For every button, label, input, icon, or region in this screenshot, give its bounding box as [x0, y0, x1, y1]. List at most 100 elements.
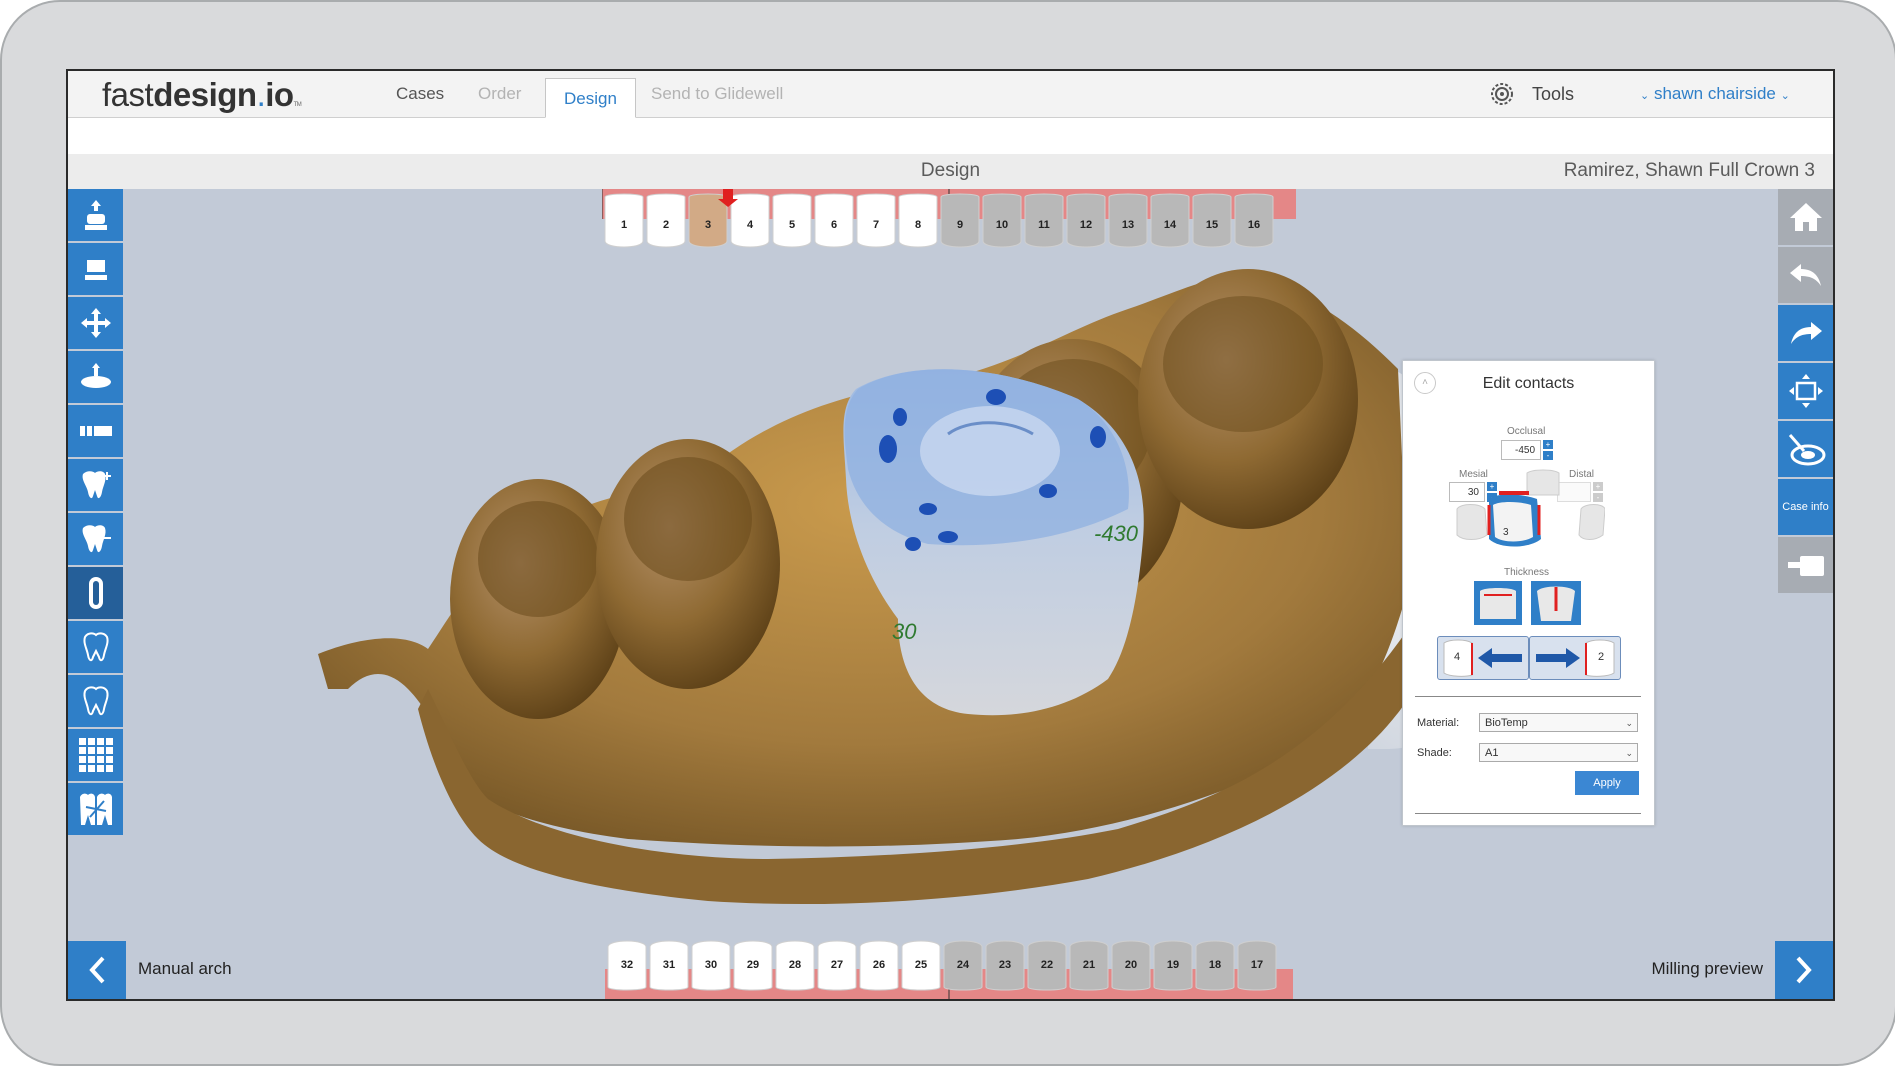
tooth-number-28[interactable]: 28 — [781, 959, 809, 971]
chevron-right-icon — [1796, 956, 1812, 984]
apply-button[interactable]: Apply — [1575, 771, 1639, 795]
home-view-button[interactable] — [1778, 189, 1833, 245]
toggle-tool-button[interactable] — [68, 567, 123, 619]
move-icon — [80, 308, 111, 338]
case-name: Ramirez, Shawn Full Crown 3 — [1563, 160, 1815, 181]
tooth-number-1[interactable]: 1 — [610, 219, 638, 231]
user-name: shawn chairside — [1653, 84, 1776, 103]
tooth-number-9[interactable]: 9 — [946, 219, 974, 231]
tooth-number-23[interactable]: 23 — [991, 959, 1019, 971]
user-menu[interactable]: ⌄ shawn chairside ⌄ — [1640, 81, 1790, 109]
tooth-number-30[interactable]: 30 — [697, 959, 725, 971]
top-nav-bar: fastdesign.ioTM Cases Order Design Send … — [68, 71, 1833, 118]
remove-tooth-button[interactable] — [68, 513, 123, 565]
shade-value: A1 — [1485, 747, 1499, 759]
tab-send-to-glidewell[interactable]: Send to Glidewell — [651, 71, 783, 117]
bar-tool-button[interactable] — [68, 405, 123, 457]
panel-divider — [1415, 813, 1641, 814]
grid-icon — [78, 738, 113, 772]
lower-arch-selector[interactable]: 32 31 30 29 28 27 26 25 24 23 22 21 20 19 18 17 — [605, 929, 1293, 999]
screenshot-button[interactable] — [1778, 537, 1833, 593]
tooth-number-13[interactable]: 13 — [1114, 219, 1142, 231]
tooth-number-22[interactable]: 22 — [1033, 959, 1061, 971]
tooth-number-7[interactable]: 7 — [862, 219, 890, 231]
toggle-icon — [88, 577, 103, 609]
tooth-number-11[interactable]: 11 — [1030, 219, 1058, 231]
extrude-tool-button[interactable] — [68, 189, 123, 241]
mesial-contact-label: 30 — [892, 619, 917, 644]
material-label: Material: — [1417, 717, 1460, 729]
tooth-number-21[interactable]: 21 — [1075, 959, 1103, 971]
move-tool-button[interactable] — [68, 297, 123, 349]
tooth-number-10[interactable]: 10 — [988, 219, 1016, 231]
tooth-number-29[interactable]: 29 — [739, 959, 767, 971]
insertion-tool-button[interactable] — [68, 351, 123, 403]
tooth-number-8[interactable]: 8 — [904, 219, 932, 231]
occlusal-stepper[interactable]: + - — [1543, 440, 1553, 460]
shade-select[interactable]: A1 ⌄ — [1479, 743, 1638, 762]
case-info-button[interactable]: Case info — [1778, 479, 1833, 535]
occlusal-input[interactable]: -450 — [1501, 440, 1541, 460]
arrow-left-icon — [1443, 639, 1522, 677]
fit-view-icon — [1788, 374, 1823, 408]
prev-step-label[interactable]: Manual arch — [138, 959, 232, 979]
tooth-outline-icon — [82, 632, 109, 662]
tooth-number: 3 — [1503, 527, 1509, 538]
chevron-down-icon: ⌄ — [1780, 90, 1790, 102]
tooth-number-26[interactable]: 26 — [865, 959, 893, 971]
tooth-number-12[interactable]: 12 — [1072, 219, 1100, 231]
redo-button[interactable] — [1778, 305, 1833, 361]
next-step-label[interactable]: Milling preview — [1652, 959, 1763, 979]
tooth-number-4[interactable]: 4 — [736, 219, 764, 231]
insertion-view-button[interactable] — [1778, 421, 1833, 477]
grid-tool-button[interactable] — [68, 729, 123, 781]
3d-viewport[interactable]: 30 -430 1 2 3 4 5 6 7 8 9 10 11 12 13 14 15 16 32 31 30 29… — [68, 189, 1833, 999]
material-select[interactable]: BioTemp ⌄ — [1479, 713, 1638, 732]
tooth-number-32[interactable]: 32 — [613, 959, 641, 971]
margin-tool-button[interactable] — [68, 243, 123, 295]
tooth-number-31[interactable]: 31 — [655, 959, 683, 971]
panel-title: Edit contacts — [1482, 375, 1575, 392]
cut-tool-button[interactable] — [68, 783, 123, 835]
tab-order[interactable]: Order — [478, 71, 521, 117]
tooth-number-3[interactable]: 3 — [694, 219, 722, 231]
tooth-number-18[interactable]: 18 — [1201, 959, 1229, 971]
next-tooth-button[interactable]: 2 — [1529, 636, 1621, 680]
insertion-axis-icon — [80, 363, 111, 388]
fit-view-button[interactable] — [1778, 363, 1833, 419]
tooth-number-27[interactable]: 27 — [823, 959, 851, 971]
tooth-number-15[interactable]: 15 — [1198, 219, 1226, 231]
tooth-number-5[interactable]: 5 — [778, 219, 806, 231]
tooth-number-19[interactable]: 19 — [1159, 959, 1187, 971]
remove-tooth-icon — [82, 525, 111, 553]
tooth-number-14[interactable]: 14 — [1156, 219, 1184, 231]
thickness-inner-button[interactable] — [1474, 581, 1522, 625]
prev-step-button[interactable] — [68, 941, 126, 999]
tooth-number-25[interactable]: 25 — [907, 959, 935, 971]
tooth-number-24[interactable]: 24 — [949, 959, 977, 971]
prev-tooth-number: 4 — [1454, 651, 1461, 663]
bar-icon — [79, 426, 112, 436]
upper-arch-selector[interactable]: 1 2 3 4 5 6 7 8 9 10 11 12 13 14 15 16 — [602, 189, 1296, 257]
tab-design[interactable]: Design — [545, 78, 636, 118]
tooth-number-6[interactable]: 6 — [820, 219, 848, 231]
tooth-number-2[interactable]: 2 — [652, 219, 680, 231]
contact-diagram — [1456, 469, 1605, 547]
tooth-section-icon — [1537, 586, 1575, 621]
tooth-view-button[interactable] — [68, 675, 123, 727]
tooth-outline-2-icon — [82, 686, 109, 716]
tab-cases[interactable]: Cases — [396, 71, 444, 117]
tooth-number-20[interactable]: 20 — [1117, 959, 1145, 971]
tooth-number-17[interactable]: 17 — [1243, 959, 1271, 971]
undo-button[interactable] — [1778, 247, 1833, 303]
app-logo[interactable]: fastdesign.ioTM — [102, 76, 302, 114]
add-tooth-button[interactable] — [68, 459, 123, 511]
tooth-library-button[interactable] — [68, 621, 123, 673]
prev-tooth-button[interactable]: 4 — [1437, 636, 1529, 680]
case-info-label: Case info — [1782, 501, 1829, 513]
title-bar: Design Ramirez, Shawn Full Crown 3 — [68, 154, 1833, 189]
thickness-outer-button[interactable] — [1531, 581, 1581, 625]
app-screen: fastdesign.ioTM Cases Order Design Send … — [66, 69, 1835, 1001]
tooth-number-16[interactable]: 16 — [1240, 219, 1268, 231]
next-step-button[interactable] — [1775, 941, 1833, 999]
